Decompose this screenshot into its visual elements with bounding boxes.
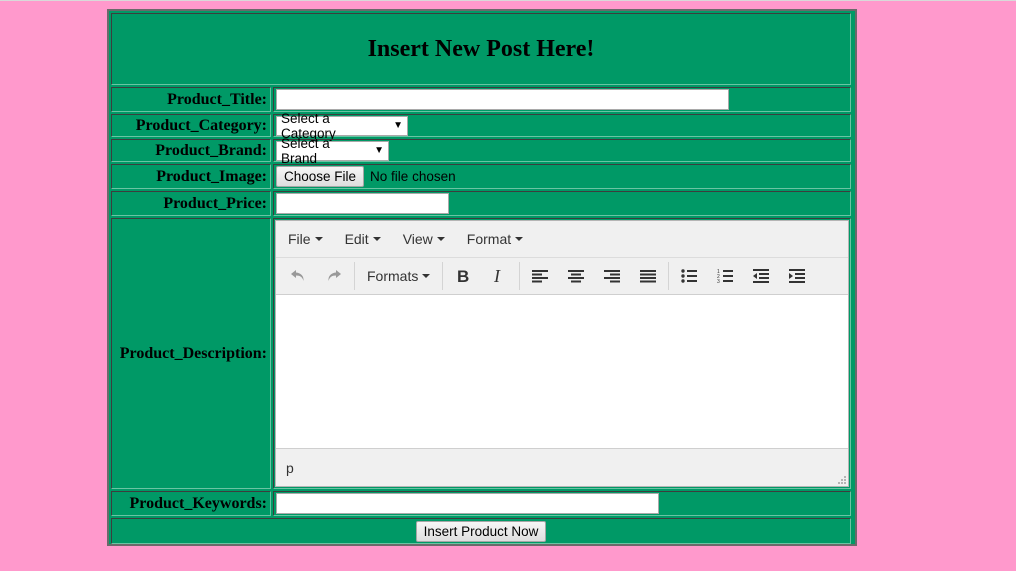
bullet-list-button[interactable] xyxy=(671,261,707,291)
resize-handle-icon[interactable] xyxy=(836,474,846,484)
svg-text:B: B xyxy=(457,268,469,284)
menu-file-label: File xyxy=(288,231,311,247)
indent-button[interactable] xyxy=(779,261,815,291)
product-price-label: Product_Price: xyxy=(111,191,271,216)
align-right-icon xyxy=(604,270,621,283)
top-border-line xyxy=(0,0,1016,1)
redo-icon xyxy=(328,270,341,281)
dropdown-arrow-icon: ▼ xyxy=(374,145,384,156)
rich-text-editor: File Edit View Format Formats B I 1 2 3 … xyxy=(275,220,849,487)
undo-icon xyxy=(291,270,304,281)
align-left-button[interactable] xyxy=(522,261,558,291)
editor-menubar: File Edit View Format xyxy=(276,221,848,258)
brand-select-value: Select a Brand xyxy=(281,135,330,166)
undo-button[interactable] xyxy=(280,261,316,291)
chevron-down-icon xyxy=(515,237,524,241)
menu-view[interactable]: View xyxy=(395,231,453,247)
product-title-input[interactable] xyxy=(276,89,729,110)
product-title-cell xyxy=(273,87,851,112)
toolbar-separator xyxy=(354,262,355,290)
chevron-down-icon xyxy=(422,274,431,278)
menu-edit[interactable]: Edit xyxy=(337,231,389,247)
menu-format-label: Format xyxy=(466,231,512,247)
editor-statusbar: p xyxy=(276,448,848,486)
category-select[interactable]: Select a Category ▼ xyxy=(276,111,408,141)
product-brand-label: Product_Brand: xyxy=(111,139,271,162)
chevron-down-icon xyxy=(314,237,323,241)
insert-product-form: Insert New Post Here! Product_Title: Pro… xyxy=(107,9,857,546)
brand-select[interactable]: Select a Brand ▼ xyxy=(276,136,389,166)
product-category-label: Product_Category: xyxy=(111,114,271,137)
formats-label: Formats xyxy=(367,268,419,284)
align-right-button[interactable] xyxy=(594,261,630,291)
align-center-icon xyxy=(568,270,585,283)
formats-dropdown[interactable]: Formats xyxy=(357,268,440,284)
dropdown-arrow-icon: ▼ xyxy=(393,120,403,131)
product-price-input[interactable] xyxy=(276,193,449,214)
product-keywords-input[interactable] xyxy=(276,493,659,514)
toolbar-separator xyxy=(519,262,521,290)
toolbar-separator xyxy=(668,262,670,290)
form-heading-cell: Insert New Post Here! xyxy=(111,13,851,85)
insert-product-button[interactable]: Insert Product Now xyxy=(415,520,547,542)
editor-toolbar: Formats B I 1 2 3 xyxy=(276,258,848,295)
bold-icon: B xyxy=(457,268,469,284)
product-description-label: Product_Description: xyxy=(111,218,271,489)
italic-button[interactable]: I xyxy=(481,261,517,291)
menu-file[interactable]: File xyxy=(280,231,331,247)
product-image-label: Product_Image: xyxy=(111,164,271,189)
svg-text:3: 3 xyxy=(717,279,720,284)
outdent-button[interactable] xyxy=(743,261,779,291)
menu-view-label: View xyxy=(402,231,433,247)
product-price-cell xyxy=(273,191,851,216)
product-image-cell: Choose File No file chosen xyxy=(273,164,851,189)
form-heading: Insert New Post Here! xyxy=(367,35,595,62)
toolbar-separator xyxy=(442,262,444,290)
product-brand-cell: Select a Brand ▼ xyxy=(273,136,851,166)
justify-button[interactable] xyxy=(630,261,666,291)
product-keywords-label: Product_Keywords: xyxy=(111,491,271,516)
bullet-list-icon xyxy=(681,269,698,283)
file-status-text: No file chosen xyxy=(370,169,456,184)
choose-file-button[interactable]: Choose File xyxy=(276,166,365,187)
element-path[interactable]: p xyxy=(286,460,294,476)
product-category-cell: Select a Category ▼ xyxy=(273,111,851,141)
align-center-button[interactable] xyxy=(558,261,594,291)
editor-content-area[interactable] xyxy=(276,295,848,451)
numbered-list-button[interactable]: 123 xyxy=(707,261,743,291)
align-left-icon xyxy=(532,270,549,283)
menu-edit-label: Edit xyxy=(344,231,369,247)
menu-format[interactable]: Format xyxy=(459,231,531,247)
outdent-icon xyxy=(753,269,770,283)
product-title-label: Product_Title: xyxy=(111,87,271,112)
indent-icon xyxy=(789,269,806,283)
svg-text:I: I xyxy=(493,268,501,284)
bold-button[interactable]: B xyxy=(445,261,481,291)
product-keywords-cell xyxy=(273,491,851,516)
chevron-down-icon xyxy=(372,237,381,241)
numbered-list-icon: 123 xyxy=(717,269,734,284)
submit-cell: Insert Product Now xyxy=(111,518,851,544)
redo-button[interactable] xyxy=(316,261,352,291)
chevron-down-icon xyxy=(436,237,445,241)
italic-icon: I xyxy=(493,268,501,284)
justify-icon xyxy=(640,270,657,283)
